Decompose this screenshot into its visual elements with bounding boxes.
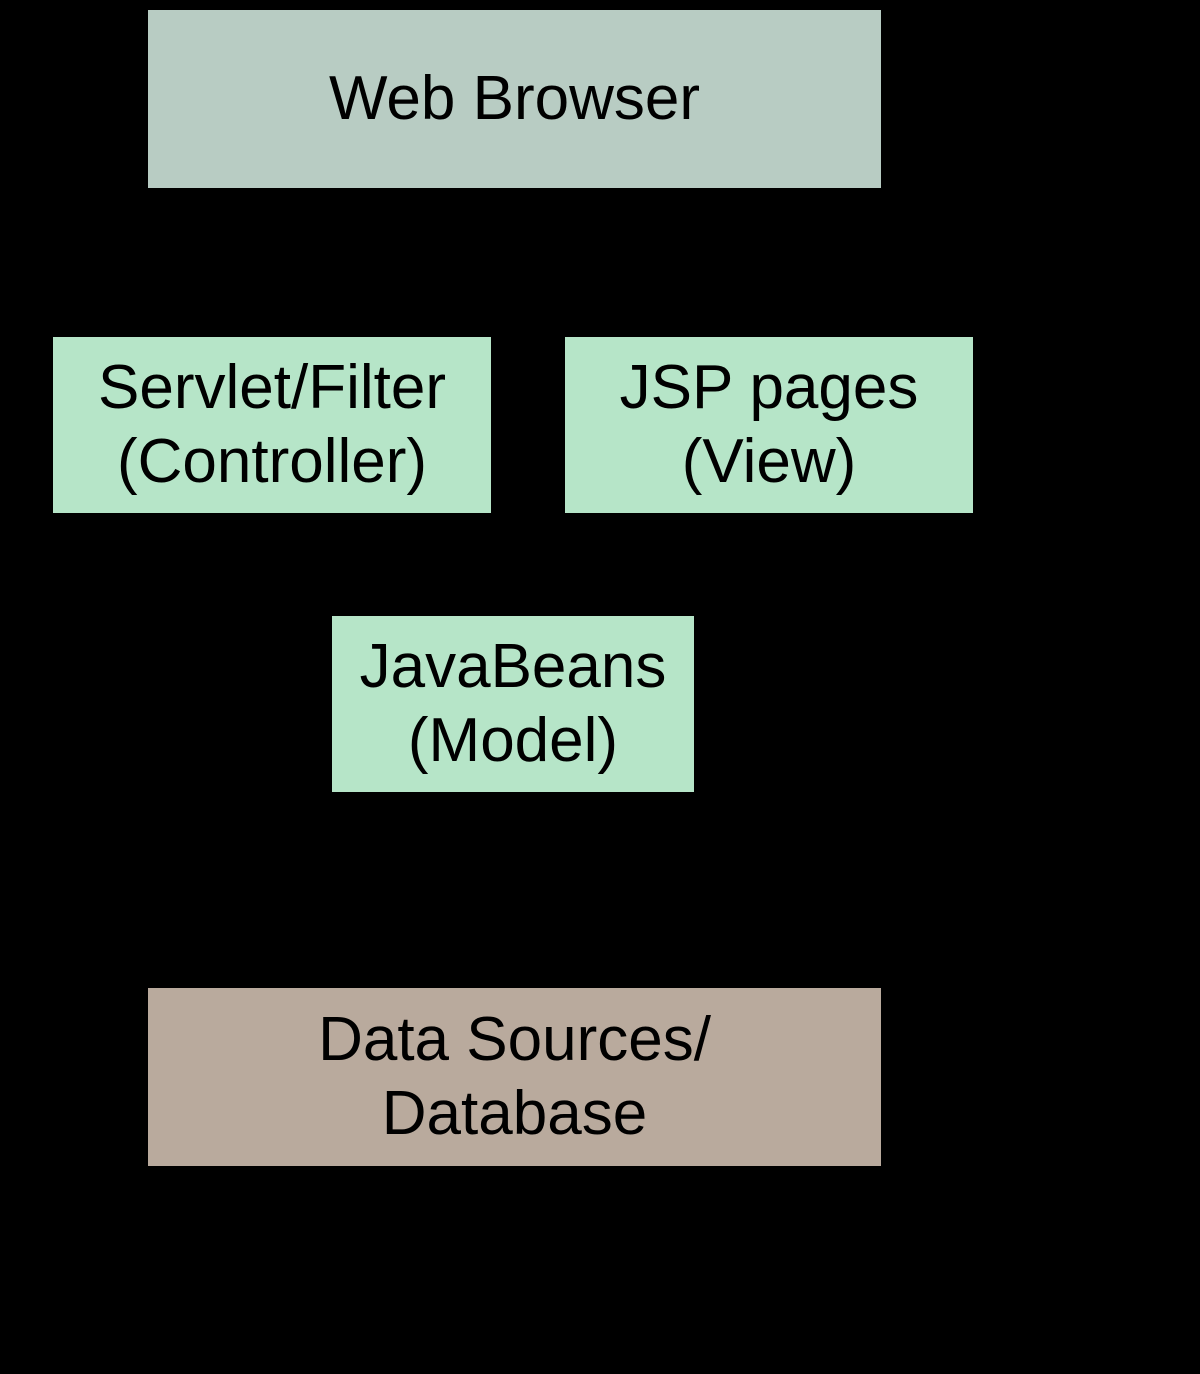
web-browser-label: Web Browser <box>329 62 700 136</box>
controller-label-line1: Servlet/Filter <box>98 351 446 425</box>
database-box: Data Sources/ Database <box>148 988 881 1166</box>
controller-box: Servlet/Filter (Controller) <box>53 337 491 513</box>
view-label-line1: JSP pages <box>620 351 919 425</box>
web-browser-box: Web Browser <box>148 10 881 188</box>
view-label-line2: (View) <box>682 425 857 499</box>
model-label-line1: JavaBeans <box>360 630 667 704</box>
view-box: JSP pages (View) <box>565 337 973 513</box>
database-label-line1: Data Sources/ <box>318 1003 711 1077</box>
database-label-line2: Database <box>382 1077 647 1151</box>
controller-label-line2: (Controller) <box>117 425 427 499</box>
model-box: JavaBeans (Model) <box>332 616 694 792</box>
model-label-line2: (Model) <box>408 704 618 778</box>
